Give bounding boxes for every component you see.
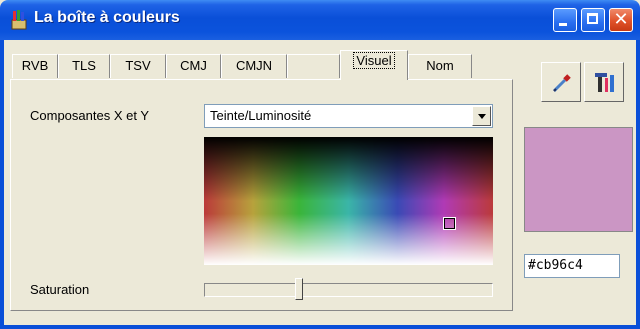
close-button[interactable]: ✕	[609, 8, 633, 32]
color-spectrum-picker[interactable]	[204, 137, 493, 265]
window-title: La boîte à couleurs	[34, 9, 180, 26]
components-select-value: Teinte/Luminosité	[210, 108, 312, 123]
tab-rvb[interactable]: RVB	[12, 54, 58, 78]
tab-cmj[interactable]: CMJ	[166, 54, 221, 78]
tab-tsv[interactable]: TSV	[110, 54, 166, 78]
window-border-bottom	[0, 325, 640, 329]
title-bar[interactable]: La boîte à couleurs ✕	[0, 0, 640, 40]
window-border-left	[0, 40, 4, 329]
hex-color-field[interactable]: #cb96c4	[524, 254, 620, 278]
minimize-icon	[559, 23, 567, 26]
wand-icon	[595, 73, 614, 92]
close-icon: ✕	[613, 9, 629, 30]
components-label: Composantes X et Y	[30, 108, 149, 123]
tab-label: Visuel	[353, 52, 395, 69]
wand-button[interactable]	[584, 62, 624, 102]
saturation-label: Saturation	[30, 282, 90, 297]
tab-label: TSV	[125, 58, 151, 73]
chevron-down-icon[interactable]	[472, 106, 491, 126]
color-preview-swatch	[524, 127, 633, 232]
eyedropper-button[interactable]	[541, 62, 581, 102]
maximize-button[interactable]	[581, 8, 605, 32]
window-border-right	[636, 40, 640, 329]
tab-spacer	[287, 54, 340, 78]
minimize-button[interactable]	[553, 8, 577, 32]
tab-visuel[interactable]: Visuel	[340, 50, 408, 80]
paint-brushes-icon	[11, 10, 27, 30]
tab-cmjn[interactable]: CMJN	[221, 54, 287, 78]
tab-label: TLS	[72, 58, 96, 73]
maximize-icon	[587, 13, 598, 24]
tab-label: CMJ	[180, 58, 207, 73]
saturation-slider-thumb[interactable]	[295, 278, 303, 300]
tab-label: RVB	[21, 58, 49, 73]
color-marker[interactable]	[443, 217, 456, 230]
tab-nom[interactable]: Nom	[408, 54, 472, 78]
tab-label: Nom	[426, 58, 454, 73]
saturation-slider[interactable]	[204, 283, 493, 297]
tab-tls[interactable]: TLS	[58, 54, 110, 78]
eyedropper-icon	[552, 74, 571, 93]
tab-label: CMJN	[235, 58, 273, 73]
components-select[interactable]: Teinte/Luminosité	[204, 104, 493, 128]
